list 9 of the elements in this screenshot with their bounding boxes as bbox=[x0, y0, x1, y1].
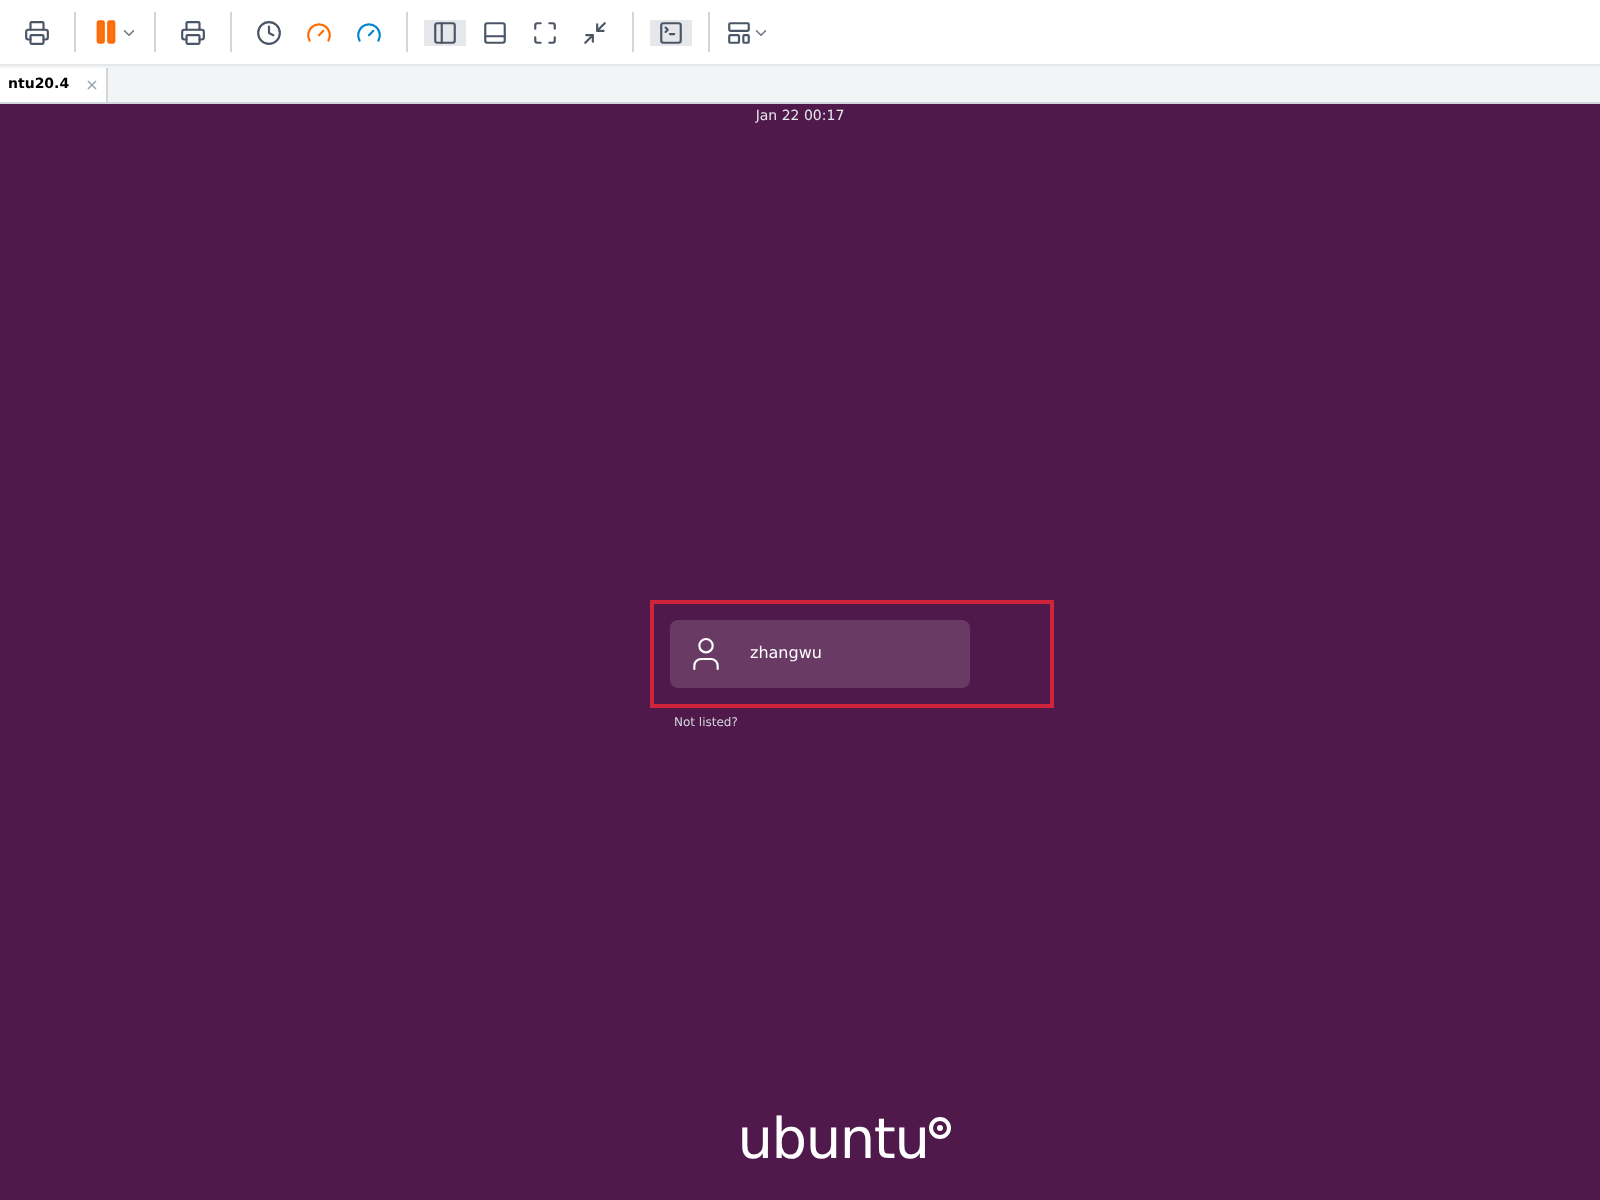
view-menu-button[interactable] bbox=[726, 19, 770, 45]
user-button[interactable]: zhangwu bbox=[670, 619, 970, 687]
pause-button[interactable] bbox=[92, 18, 138, 46]
circle-of-friends-icon bbox=[928, 1116, 953, 1140]
panel-left-icon[interactable] bbox=[424, 19, 466, 45]
layout-icon bbox=[726, 19, 752, 45]
pause-icon bbox=[92, 18, 120, 46]
terminal-icon[interactable] bbox=[650, 19, 692, 45]
ubuntu-logo: ubuntu bbox=[737, 1112, 953, 1168]
